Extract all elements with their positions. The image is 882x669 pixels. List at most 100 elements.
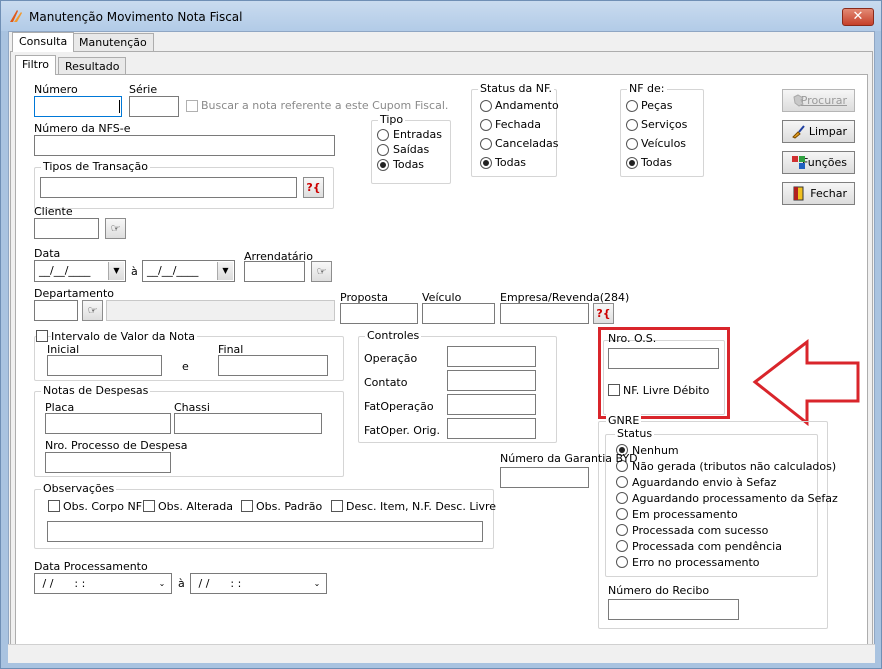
tipos-transacao-label: Tipos de Transação	[41, 160, 150, 173]
tipos-transacao-lookup-button[interactable]: ?{	[303, 177, 324, 198]
procurar-label: Procurar	[800, 94, 847, 107]
chevron-down-icon[interactable]: ⌄	[309, 575, 325, 593]
obs-padrao-checkbox[interactable]	[241, 500, 253, 512]
tipo-radio-entradas[interactable]	[377, 129, 389, 141]
nfde-radio-pecas[interactable]	[626, 100, 638, 112]
status-radio-andamento[interactable]	[480, 100, 492, 112]
nf-livre-debito-checkbox[interactable]	[608, 384, 620, 396]
gnre-radio-aguardando-envio[interactable]	[616, 476, 628, 488]
desc-item-checkbox[interactable]	[331, 500, 343, 512]
data-processamento-to[interactable]: / / : : ⌄	[190, 573, 327, 594]
tipo-label-entradas: Entradas	[393, 128, 442, 141]
obs-padrao-label: Obs. Padrão	[256, 500, 323, 513]
proposta-input[interactable]	[340, 303, 418, 324]
chassi-input[interactable]	[174, 413, 322, 434]
operacao-input[interactable]	[447, 346, 536, 367]
fatoperacao-input[interactable]	[447, 394, 536, 415]
chevron-down-icon[interactable]: ▼	[217, 262, 233, 280]
hand-pointer-icon: ☞	[87, 304, 98, 317]
nro-processo-input[interactable]	[45, 452, 171, 473]
funcoes-button[interactable]: Funções	[782, 151, 855, 174]
nfde-label-pecas: Peças	[641, 99, 673, 112]
fatoper-orig-input[interactable]	[447, 418, 536, 439]
chevron-down-icon[interactable]: ▼	[108, 262, 124, 280]
observacoes-input[interactable]	[47, 521, 483, 542]
empresa-revenda-lookup-button[interactable]: ?{	[593, 303, 614, 324]
numero-nfse-label: Número da NFS-e	[34, 122, 131, 135]
fechar-button[interactable]: Fechar	[782, 182, 855, 205]
data-from-picker[interactable]: __/__/____ ▼	[34, 260, 126, 282]
gnre-radio-processada-pendencia[interactable]	[616, 540, 628, 552]
veiculo-input[interactable]	[422, 303, 495, 324]
placa-input[interactable]	[45, 413, 171, 434]
procurar-button[interactable]: Procurar	[782, 89, 855, 112]
gnre-radio-erro[interactable]	[616, 556, 628, 568]
data-processamento-from[interactable]: / / : : ⌄	[34, 573, 172, 594]
data-from-value: __/__/____	[39, 264, 91, 277]
intervalo-valor-checkbox[interactable]	[36, 330, 48, 342]
cliente-lookup-button[interactable]: ☞	[105, 218, 126, 239]
nfde-label-veiculos: Veículos	[641, 137, 687, 150]
nfde-label-servicos: Serviços	[641, 118, 688, 131]
serie-input[interactable]	[129, 96, 179, 117]
e-label: e	[182, 360, 189, 373]
contato-input[interactable]	[447, 370, 536, 391]
departamento-lookup-button[interactable]: ☞	[82, 300, 103, 321]
chevron-down-icon[interactable]: ⌄	[154, 575, 170, 593]
notas-despesas-label: Notas de Despesas	[41, 384, 151, 397]
obs-corpo-label: Obs. Corpo NF	[63, 500, 143, 513]
obs-corpo-checkbox[interactable]	[48, 500, 60, 512]
departamento-label: Departamento	[34, 287, 115, 300]
tipo-radio-saidas[interactable]	[377, 144, 389, 156]
inicial-input[interactable]	[47, 355, 162, 376]
close-window-button[interactable]: ✕	[842, 8, 874, 26]
nro-os-highlight: Nro. O.S. NF. Livre Débito	[598, 327, 730, 419]
cliente-label: Cliente	[34, 205, 73, 218]
numero-nfse-input[interactable]	[34, 135, 335, 156]
arrendatario-input[interactable]	[244, 261, 305, 282]
dp-sep-label: à	[178, 577, 185, 590]
gnre-label-nao-gerada: Não gerada (tributos não calculados)	[632, 460, 837, 473]
data-label: Data	[34, 247, 61, 260]
tab-manutencao-label: Manutenção	[79, 36, 147, 49]
gnre-radio-em-processamento[interactable]	[616, 508, 628, 520]
nro-os-input[interactable]	[608, 348, 719, 369]
departamento-input[interactable]	[34, 300, 78, 321]
tab-consulta[interactable]: Consulta	[12, 32, 75, 52]
red-arrow-annotation	[752, 339, 860, 427]
status-radio-canceladas[interactable]	[480, 138, 492, 150]
tipo-label-saidas: Saídas	[393, 143, 430, 156]
numero-garantia-input[interactable]	[500, 467, 589, 488]
data-to-picker[interactable]: __/__/____ ▼	[142, 260, 235, 282]
gnre-title: GNRE	[606, 414, 642, 427]
status-radio-todas[interactable]	[480, 157, 492, 169]
gnre-radio-aguardando-processamento[interactable]	[616, 492, 628, 504]
observacoes-label: Observações	[41, 482, 117, 495]
obs-alterada-label: Obs. Alterada	[158, 500, 234, 513]
buscar-cupom-checkbox[interactable]	[186, 100, 198, 112]
contato-label: Contato	[364, 376, 408, 389]
client-area: Consulta Manutenção Filtro Resultado Núm…	[8, 31, 875, 663]
final-input[interactable]	[218, 355, 328, 376]
nfde-radio-veiculos[interactable]	[626, 138, 638, 150]
tab-manutencao[interactable]: Manutenção	[72, 33, 154, 51]
numero-garantia-label: Número da Garantia BYD	[500, 452, 638, 465]
numero-recibo-input[interactable]	[608, 599, 739, 620]
numero-input[interactable]	[34, 96, 122, 117]
limpar-button[interactable]: Limpar	[782, 120, 855, 143]
fatoper-orig-label: FatOper. Orig.	[364, 424, 441, 437]
obs-alterada-checkbox[interactable]	[143, 500, 155, 512]
gnre-radio-processada-sucesso[interactable]	[616, 524, 628, 536]
nfde-radio-servicos[interactable]	[626, 119, 638, 131]
tipos-transacao-input[interactable]	[40, 177, 297, 198]
arrendatario-lookup-button[interactable]: ☞	[311, 261, 332, 282]
subtab-filtro[interactable]: Filtro	[15, 55, 56, 75]
cliente-input[interactable]	[34, 218, 99, 239]
subtab-resultado[interactable]: Resultado	[58, 57, 127, 75]
nfde-radio-todas[interactable]	[626, 157, 638, 169]
tipo-radio-todas[interactable]	[377, 159, 389, 171]
status-radio-fechada[interactable]	[480, 119, 492, 131]
empresa-revenda-input[interactable]	[500, 303, 589, 324]
intervalo-valor-label: Intervalo de Valor da Nota	[51, 330, 198, 343]
title-bar[interactable]: Manutenção Movimento Nota Fiscal ✕	[1, 1, 881, 31]
